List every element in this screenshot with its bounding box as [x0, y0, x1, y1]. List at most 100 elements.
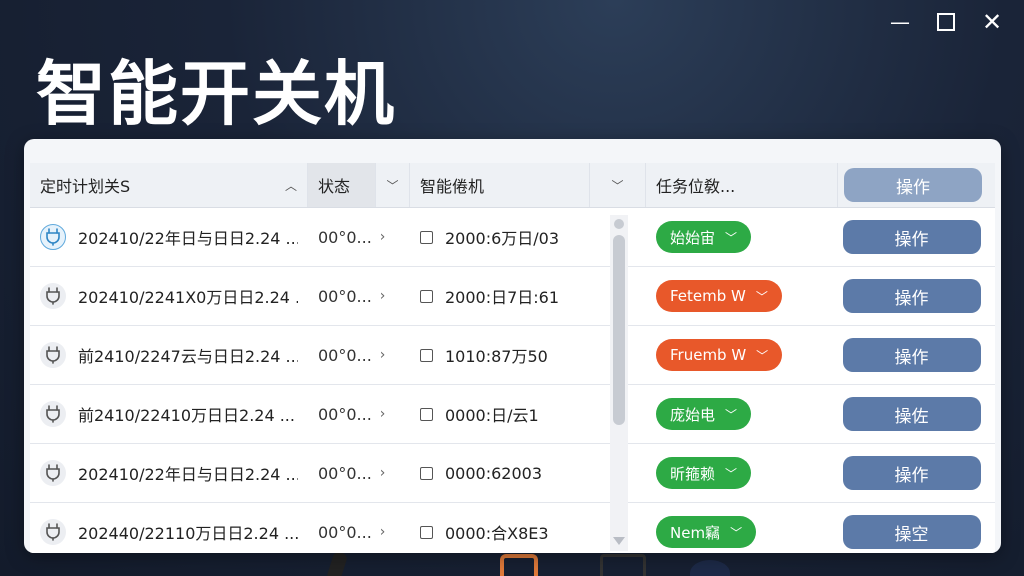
task-status-label: 始始宙	[670, 228, 716, 247]
task-status-dropdown[interactable]: Nem竊 ﹀	[656, 516, 757, 548]
task-cell: 始始宙 ﹀	[646, 208, 838, 266]
chevron-down-icon: ﹀	[755, 289, 768, 304]
maximize-icon	[937, 12, 955, 31]
chevron-right-icon: ›	[379, 347, 386, 363]
status-cell[interactable]: 00°0... ›	[308, 385, 410, 443]
smart-value: 2000:6万日/03	[445, 229, 560, 248]
status-cell[interactable]: 00°0... ›	[308, 444, 410, 502]
chevron-down-icon: ﹀	[725, 466, 738, 481]
table-header: 定时计划关S ︿ 状态 ﹀ 智能倦机 ﹀ 任务位敎... 操作	[30, 163, 995, 208]
chevron-right-icon: ›	[379, 524, 386, 540]
operate-button[interactable]: 操作	[842, 220, 981, 254]
schedule-time: 202440/22110万日日2.24 ...	[78, 524, 298, 543]
schedule-time: 202410/22年日与日日2.24 ...	[78, 465, 298, 484]
table-row[interactable]: 202410/22年日与日日2.24 ... 00°0... › 2000:6万…	[30, 208, 995, 267]
task-status-dropdown[interactable]: Fetemb W ﹀	[656, 280, 782, 312]
operate-button[interactable]: 操作	[842, 279, 981, 313]
chevron-right-icon: ›	[379, 229, 386, 245]
power-plug-icon	[40, 519, 66, 545]
task-status-label: Fetemb W	[670, 287, 746, 305]
row-checkbox[interactable]	[420, 348, 433, 362]
scroll-thumb[interactable]	[613, 235, 625, 425]
operate-button[interactable]: 操佐	[842, 397, 981, 431]
table-row[interactable]: 202410/22年日与日日2.24 ... 00°0... › 0000:62…	[30, 444, 995, 503]
status-cell[interactable]: 00°0... ›	[308, 267, 410, 325]
row-checkbox[interactable]	[420, 525, 433, 539]
task-cell: 昕箍赖 ﹀	[646, 444, 838, 502]
table-row[interactable]: 202410/2241X0万日日2.24 ... 00°0... › 2000:…	[30, 267, 995, 326]
mouse-icon	[690, 560, 730, 576]
maximize-button[interactable]	[926, 8, 966, 36]
window-controls: — ✕	[880, 8, 1012, 36]
table-scrollbar[interactable]	[610, 215, 628, 551]
row-checkbox[interactable]	[420, 230, 433, 244]
minimize-button[interactable]: —	[880, 8, 920, 36]
task-status-dropdown[interactable]: Fruemb W ﹀	[656, 339, 783, 371]
operate-cell: 操作	[838, 267, 995, 325]
column-task-header[interactable]: 任务位敎...	[646, 163, 838, 207]
status-value: 00°0...	[318, 345, 372, 365]
sort-ascending-icon[interactable]: ︿	[285, 177, 297, 194]
task-cell: Nem竊 ﹀	[646, 503, 838, 553]
column-smart-label: 智能倦机	[420, 177, 485, 196]
scroll-down-arrow-icon[interactable]	[613, 537, 625, 545]
task-status-dropdown[interactable]: 庞始电 ﹀	[656, 398, 752, 430]
status-value: 00°0...	[318, 463, 372, 483]
task-status-dropdown[interactable]: 昕箍赖 ﹀	[656, 457, 752, 489]
column-smart-header[interactable]: 智能倦机	[410, 163, 590, 207]
status-cell[interactable]: 00°0... ›	[308, 208, 410, 266]
status-value: 00°0...	[318, 404, 372, 424]
power-plug-svg	[46, 464, 60, 482]
task-status-label: Fruemb W	[670, 346, 747, 364]
device-icon	[600, 554, 646, 576]
column-status-label: 状态	[318, 177, 351, 196]
task-status-label: Nem竊	[670, 523, 721, 542]
smart-sort-button[interactable]: ﹀	[590, 163, 646, 207]
operate-button[interactable]: 操空	[842, 515, 981, 549]
column-status-header[interactable]: 状态	[308, 163, 376, 207]
task-cell: 庞始电 ﹀	[646, 385, 838, 443]
column-schedule-header[interactable]: 定时计划关S ︿	[30, 163, 308, 207]
row-checkbox[interactable]	[420, 407, 433, 421]
app-title: 智能开关机	[36, 53, 396, 135]
schedule-table: 定时计划关S ︿ 状态 ﹀ 智能倦机 ﹀ 任务位敎... 操作 202410/2…	[30, 163, 995, 553]
power-plug-svg	[46, 523, 60, 541]
schedule-cell: 202410/22年日与日日2.24 ...	[30, 444, 308, 502]
sort-descending-icon: ﹀	[611, 178, 624, 193]
chevron-down-icon: ﹀	[756, 348, 769, 363]
power-plug-icon	[40, 283, 66, 309]
task-status-dropdown[interactable]: 始始宙 ﹀	[656, 221, 752, 253]
chevron-down-icon: ﹀	[386, 178, 399, 193]
column-schedule-label: 定时计划关S	[40, 177, 131, 196]
chevron-down-icon: ﹀	[725, 407, 738, 422]
operate-cell: 操作	[838, 444, 995, 502]
schedule-cell: 202440/22110万日日2.24 ...	[30, 503, 308, 553]
row-checkbox[interactable]	[420, 289, 433, 303]
chevron-right-icon: ›	[379, 406, 386, 422]
table-row[interactable]: 前2410/22410万日日2.24 ... 00°0... › 0000:日/…	[30, 385, 995, 444]
smart-value: 1010:87万50	[445, 347, 548, 366]
operate-cell: 操空	[838, 503, 995, 553]
status-filter-button[interactable]: ﹀	[376, 163, 410, 207]
operate-button[interactable]: 操作	[842, 456, 981, 490]
table-row[interactable]: 202440/22110万日日2.24 ... 00°0... › 0000:合…	[30, 503, 995, 553]
power-plug-active-icon	[40, 224, 66, 250]
status-cell[interactable]: 00°0... ›	[308, 326, 410, 384]
task-status-label: 昕箍赖	[670, 464, 716, 483]
power-plug-svg	[46, 346, 60, 364]
table-body: 202410/22年日与日日2.24 ... 00°0... › 2000:6万…	[30, 208, 995, 553]
status-cell[interactable]: 00°0... ›	[308, 503, 410, 553]
close-button[interactable]: ✕	[972, 8, 1012, 36]
table-row[interactable]: 前2410/2247云与日日2.24 ... 00°0... › 1010:87…	[30, 326, 995, 385]
operate-cell: 操作	[838, 208, 995, 266]
row-checkbox[interactable]	[420, 466, 433, 480]
operate-button[interactable]: 操作	[842, 338, 981, 372]
schedule-panel: 定时计划关S ︿ 状态 ﹀ 智能倦机 ﹀ 任务位敎... 操作 202410/2…	[24, 139, 1001, 553]
task-cell: Fruemb W ﹀	[646, 326, 838, 384]
column-operate-header: 操作	[838, 163, 995, 207]
clip-icon	[500, 554, 538, 576]
operate-all-button[interactable]: 操作	[844, 168, 982, 202]
smart-value: 0000:合X8E3	[445, 524, 549, 543]
scroll-up-button[interactable]	[614, 219, 624, 229]
task-status-label: 庞始电	[670, 405, 716, 424]
